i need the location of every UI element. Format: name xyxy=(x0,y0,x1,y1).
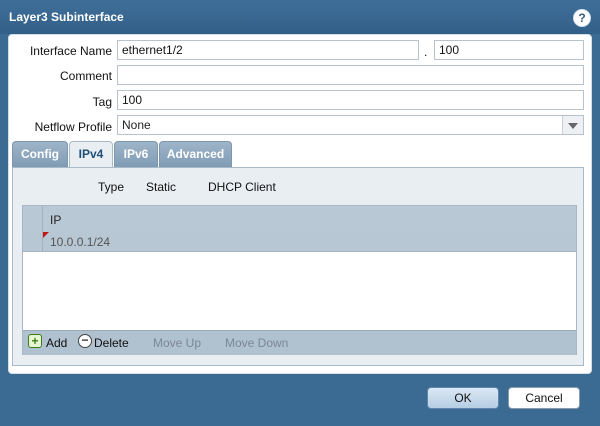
table-row[interactable]: 10.0.0.1/24 xyxy=(23,232,576,252)
cancel-button[interactable]: Cancel xyxy=(508,387,580,409)
tab-config[interactable]: Config xyxy=(12,141,68,167)
grid-select-all[interactable] xyxy=(23,206,43,232)
tag-label: Tag xyxy=(92,95,112,109)
type-dhcp-client-option[interactable]: DHCP Client xyxy=(208,180,276,194)
grid-header: IP xyxy=(23,206,576,233)
address-type-label: Type xyxy=(98,180,125,194)
netflow-profile-value: None xyxy=(122,118,151,132)
move-up-button[interactable]: Move Up xyxy=(153,336,201,350)
interface-separator: . xyxy=(424,45,428,59)
subinterface-number-input[interactable]: 100 xyxy=(434,40,584,60)
move-down-button[interactable]: Move Down xyxy=(225,336,288,350)
tag-input[interactable]: 100 xyxy=(117,90,584,110)
add-icon: + xyxy=(28,334,42,348)
row-selector[interactable] xyxy=(23,232,43,251)
grid-toolbar: + Add − Delete Move Up Move Down xyxy=(23,330,576,355)
column-header-ip[interactable]: IP xyxy=(50,213,61,227)
netflow-profile-select[interactable]: None xyxy=(117,115,584,135)
chevron-down-icon[interactable] xyxy=(562,116,583,134)
ok-button[interactable]: OK xyxy=(427,387,499,409)
comment-input[interactable] xyxy=(117,65,584,85)
dialog-titlebar: Layer3 Subinterface ? xyxy=(0,0,600,34)
add-button[interactable]: Add xyxy=(46,336,67,350)
ip-address-grid: IP 10.0.0.1/24 + Add − Delete Move Up Mo… xyxy=(22,205,577,355)
type-static-option[interactable]: Static xyxy=(146,180,176,194)
delete-icon: − xyxy=(78,334,92,348)
netflow-profile-label: Netflow Profile xyxy=(34,120,112,134)
interface-name-label: Interface Name xyxy=(29,44,112,58)
interface-name-input[interactable]: ethernet1/2 xyxy=(117,40,419,60)
help-icon[interactable]: ? xyxy=(573,9,591,27)
dialog-title: Layer3 Subinterface xyxy=(9,10,124,24)
delete-button[interactable]: Delete xyxy=(94,336,129,350)
tab-advanced[interactable]: Advanced xyxy=(159,141,232,167)
tab-ipv6[interactable]: IPv6 xyxy=(114,141,158,167)
tab-ipv4[interactable]: IPv4 xyxy=(69,141,113,168)
ip-cell[interactable]: 10.0.0.1/24 xyxy=(50,235,110,249)
modified-flag-icon xyxy=(43,232,49,238)
comment-label: Comment xyxy=(59,69,112,83)
